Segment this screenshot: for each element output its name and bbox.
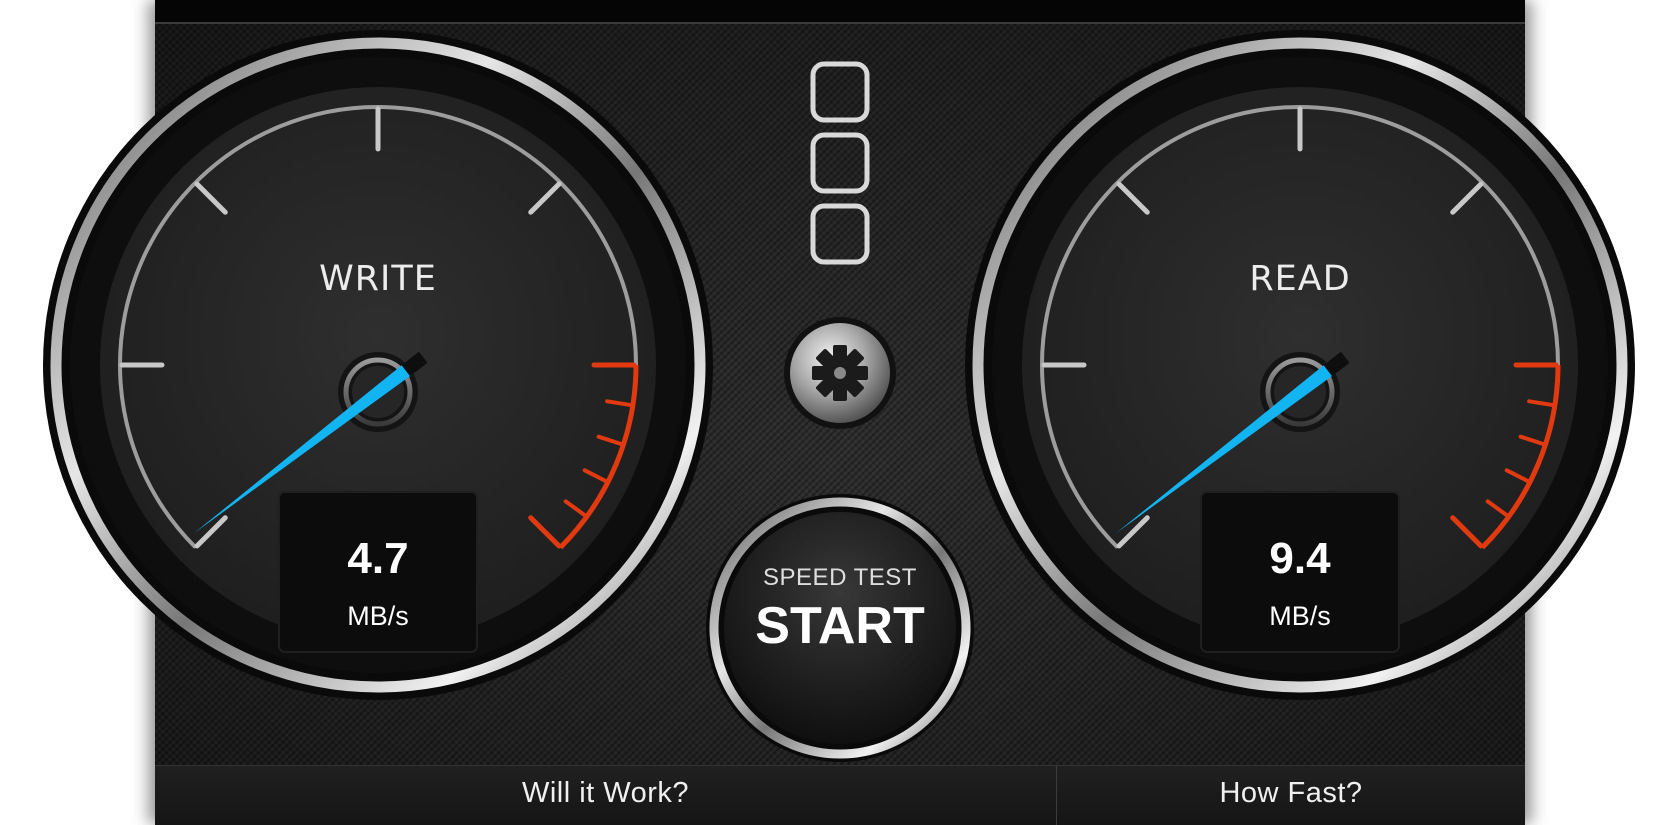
needle-tail <box>401 351 428 377</box>
needle-tail <box>1323 351 1350 377</box>
write-unit: MB/s <box>347 601 409 631</box>
write-value: 4.7 <box>347 534 408 583</box>
gauges-layer: WRITE 4.7 MB/s READ 9.4 MB/s SPEED TEST … <box>43 30 1635 762</box>
start-button-label: START <box>755 597 925 655</box>
read-unit: MB/s <box>1269 601 1331 631</box>
settings-button[interactable] <box>784 317 896 429</box>
read-gauge: READ 9.4 MB/s <box>965 30 1635 700</box>
read-value: 9.4 <box>1269 534 1331 583</box>
gear-icon <box>812 345 868 401</box>
start-button[interactable]: SPEED TEST START <box>706 494 974 762</box>
stacked-squares-icon <box>810 61 870 265</box>
write-gauge-label: WRITE <box>319 259 437 299</box>
read-gauge-label: READ <box>1249 259 1350 299</box>
start-button-subtitle: SPEED TEST <box>763 564 917 591</box>
write-gauge: WRITE 4.7 MB/s <box>43 30 713 700</box>
